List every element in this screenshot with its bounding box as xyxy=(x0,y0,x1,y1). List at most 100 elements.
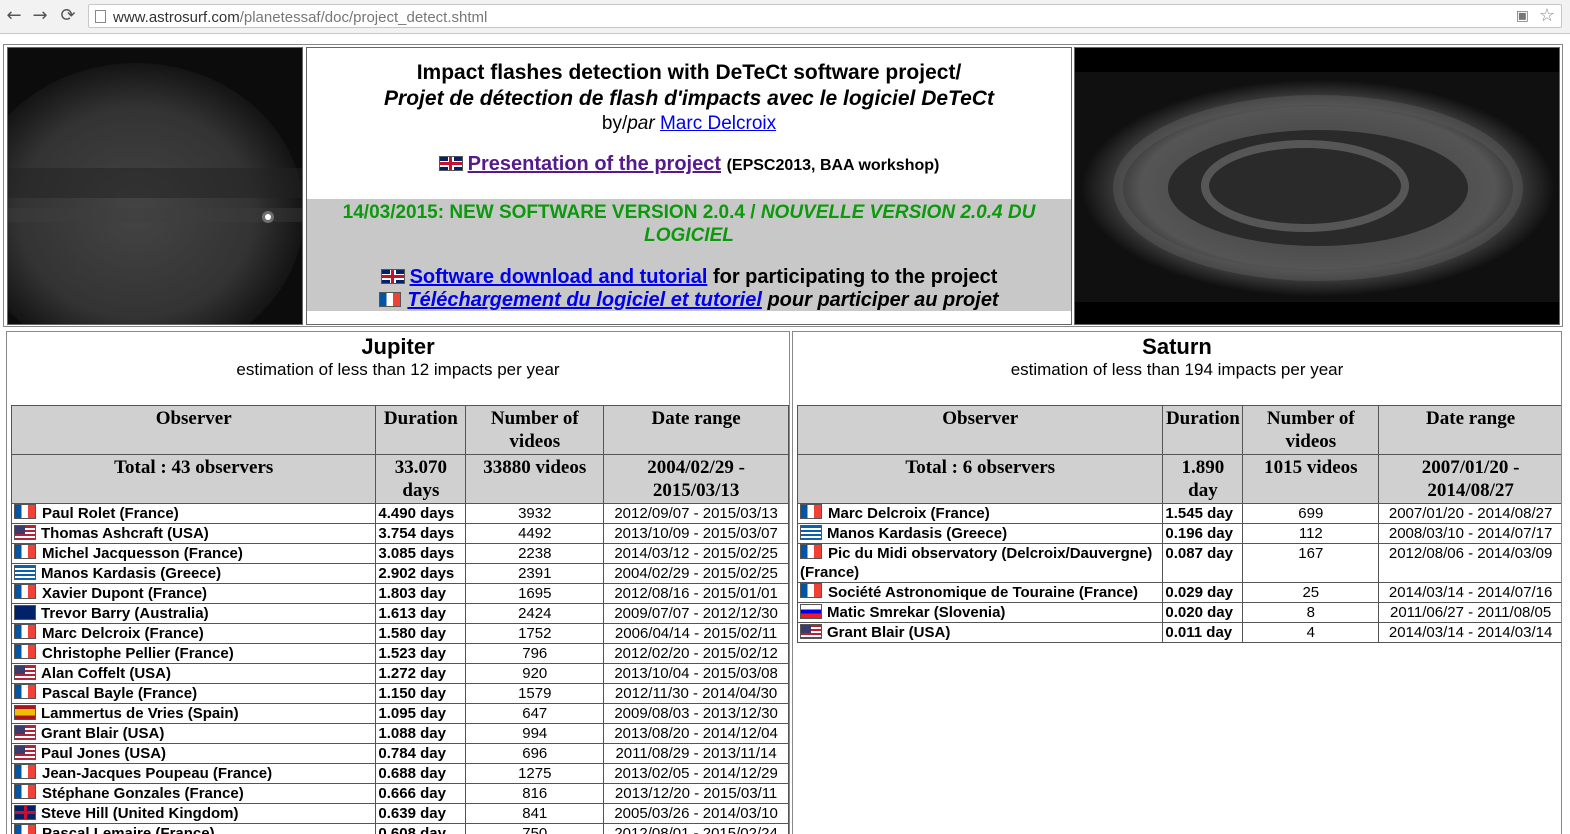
observer-name: Pascal Bayle (France) xyxy=(42,685,198,702)
translate-icon[interactable]: ▣ xyxy=(1516,7,1529,24)
videos-cell: 1275 xyxy=(465,763,605,784)
observer-name: Manos Kardasis (Greece) xyxy=(827,525,1008,542)
range-cell: 2012/02/20 - 2015/02/12 xyxy=(603,643,789,664)
uk-flag-icon xyxy=(380,269,405,284)
table-row: Pic du Midi observatory (Delcroix/Dauver… xyxy=(796,543,1561,583)
observer-name: Stéphane Gonzales (France) xyxy=(42,785,244,802)
flag-icon xyxy=(14,805,36,820)
table-row: Xavier Dupont (France) 1.803 day 1695 2012/… xyxy=(10,583,789,604)
jupiter-title: Jupiter xyxy=(361,334,435,359)
uk-flag-icon xyxy=(438,156,463,171)
observer-name: Jean-Jacques Poupeau (France) xyxy=(42,765,273,782)
videos-cell: 2238 xyxy=(465,543,605,564)
videos-cell: 816 xyxy=(465,783,605,804)
videos-cell: 8 xyxy=(1242,602,1380,623)
range-cell: 2014/03/14 - 2014/07/16 xyxy=(1378,582,1561,603)
author-link[interactable]: Marc Delcroix xyxy=(660,113,776,134)
total-duration: 33.070 days xyxy=(375,454,467,504)
saturn-panel: Saturn estimation of less than 194 impac… xyxy=(792,331,1562,834)
flag-icon xyxy=(14,764,36,779)
duration-cell: 1.088 day xyxy=(375,723,467,744)
duration-cell: 2.902 days xyxy=(375,563,467,584)
observer-cell: Pic du Midi observatory (Delcroix/Dauver… xyxy=(796,543,1164,583)
byline: by/par Marc Delcroix xyxy=(601,113,777,134)
table-row: Grant Blair (USA) 0.011 day 4 2014/03/14 - … xyxy=(796,622,1561,643)
videos-cell: 699 xyxy=(1242,503,1380,524)
table-row: Marc Delcroix (France) 1.545 day 699 2007/0… xyxy=(796,503,1561,524)
duration-cell: 3.754 days xyxy=(375,523,467,544)
table-row: Thomas Ashcraft (USA) 3.754 days 4492 2013/… xyxy=(10,523,789,544)
observer-name: Thomas Ashcraft (USA) xyxy=(41,525,209,542)
flag-icon xyxy=(800,604,822,619)
range-cell: 2014/03/12 - 2015/02/25 xyxy=(603,543,789,564)
observer-cell: Stéphane Gonzales (France) xyxy=(10,783,377,804)
videos-cell: 4 xyxy=(1242,622,1380,643)
range-cell: 2012/09/07 - 2015/03/13 xyxy=(603,503,789,524)
observer-name: Christophe Pellier (France) xyxy=(42,645,234,662)
reload-icon[interactable]: ⟳ xyxy=(56,4,80,28)
videos-cell: 796 xyxy=(465,643,605,664)
flag-icon xyxy=(14,784,36,799)
duration-cell: 0.087 day xyxy=(1162,543,1244,583)
page-subtitle: Projet de détection de flash d'impacts a… xyxy=(384,87,994,110)
table-row: Paul Jones (USA) 0.784 day 696 2011/08/29 -… xyxy=(10,743,789,764)
flag-icon xyxy=(800,624,822,639)
bookmark-star-icon[interactable]: ☆ xyxy=(1539,5,1555,26)
total-videos: 33880 videos xyxy=(465,454,605,504)
col-header-range: Date range xyxy=(1378,405,1561,455)
presentation-link[interactable]: Presentation of the project xyxy=(468,153,721,175)
table-row: Société Astronomique de Touraine (France… xyxy=(796,582,1561,603)
flag-icon xyxy=(14,745,36,760)
flag-icon xyxy=(800,504,822,519)
duration-cell: 1.150 day xyxy=(375,683,467,704)
observer-cell: Trevor Barry (Australia) xyxy=(10,603,377,624)
duration-cell: 0.011 day xyxy=(1162,622,1244,643)
saturn-observers-table: Observer Duration Number of videos Date … xyxy=(796,405,1561,643)
videos-cell: 3932 xyxy=(465,503,605,524)
col-header-range: Date range xyxy=(603,405,789,455)
table-row: Marc Delcroix (France) 1.580 day 1752 2006/… xyxy=(10,623,789,644)
total-observers: Total : 43 observers xyxy=(10,454,377,504)
forward-arrow-icon[interactable]: → xyxy=(28,4,52,28)
url-text[interactable]: www.astrosurf.com/planetessaf/doc/projec… xyxy=(113,9,487,26)
flag-icon xyxy=(14,705,36,720)
address-bar[interactable]: www.astrosurf.com/planetessaf/doc/projec… xyxy=(88,4,1562,28)
range-cell: 2014/03/14 - 2014/03/14 xyxy=(1378,622,1561,643)
observer-cell: Paul Rolet (France) xyxy=(10,503,377,524)
url-host: www.astrosurf.com xyxy=(113,9,240,26)
videos-cell: 750 xyxy=(465,823,605,834)
table-row: Manos Kardasis (Greece) 2.902 days 2391 200… xyxy=(10,563,789,584)
range-cell: 2013/10/09 - 2015/03/07 xyxy=(603,523,789,544)
browser-toolbar: ← → ⟳ www.astrosurf.com/planetessaf/doc/… xyxy=(0,0,1570,34)
presentation-line: Presentation of the project (EPSC2013, B… xyxy=(307,152,1071,178)
col-header-duration: Duration xyxy=(1162,405,1244,455)
observer-name: Pascal Lemaire (France) xyxy=(42,825,215,834)
duration-cell: 0.784 day xyxy=(375,743,467,764)
observer-name: Société Astronomique de Touraine (France… xyxy=(828,584,1139,601)
range-cell: 2013/10/04 - 2015/03/08 xyxy=(603,663,789,684)
header-table: Impact flashes detection with DeTeCt sof… xyxy=(3,44,1563,327)
observer-cell: Lammertus de Vries (Spain) xyxy=(10,703,377,724)
flag-icon xyxy=(14,644,36,659)
total-range: 2004/02/29 - 2015/03/13 xyxy=(603,454,789,504)
duration-cell: 0.196 day xyxy=(1162,523,1244,544)
download-fr-link[interactable]: Téléchargement du logiciel et tutoriel xyxy=(407,289,762,311)
jupiter-panel: Jupiter estimation of less than 12 impac… xyxy=(6,331,790,834)
duration-cell: 4.490 days xyxy=(375,503,467,524)
observer-name: Xavier Dupont (France) xyxy=(42,585,208,602)
observer-cell: Pascal Bayle (France) xyxy=(10,683,377,704)
table-row: Paul Rolet (France) 4.490 days 3932 2012/09… xyxy=(10,503,789,524)
observer-name: Lammertus de Vries (Spain) xyxy=(41,705,239,722)
observer-cell: Alan Coffelt (USA) xyxy=(10,663,377,684)
total-observers: Total : 6 observers xyxy=(796,454,1164,504)
france-flag-icon xyxy=(379,292,402,307)
observer-cell: Michel Jacquesson (France) xyxy=(10,543,377,564)
videos-cell: 2424 xyxy=(465,603,605,624)
duration-cell: 0.666 day xyxy=(375,783,467,804)
videos-cell: 1579 xyxy=(465,683,605,704)
back-arrow-icon[interactable]: ← xyxy=(2,4,26,28)
table-row: Trevor Barry (Australia) 1.613 day 2424 200… xyxy=(10,603,789,624)
range-cell: 2007/01/20 - 2014/08/27 xyxy=(1378,503,1561,524)
range-cell: 2011/06/27 - 2011/08/05 xyxy=(1378,602,1561,623)
download-en-link[interactable]: Software download and tutorial xyxy=(410,266,708,288)
